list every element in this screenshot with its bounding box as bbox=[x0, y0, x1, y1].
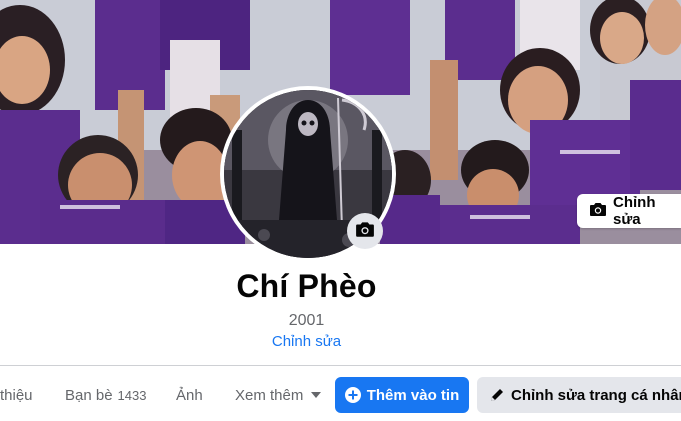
edit-cover-button[interactable]: Chỉnh sửa bbox=[577, 194, 681, 228]
friends-count: 1433 bbox=[117, 387, 147, 403]
divider bbox=[0, 365, 681, 366]
edit-cover-label: Chỉnh sửa bbox=[613, 194, 656, 228]
add-to-story-label: Thêm vào tin bbox=[366, 386, 460, 404]
caret-down-icon bbox=[311, 392, 322, 398]
tab-more-label: Xem thêm bbox=[235, 386, 304, 404]
add-to-story-button[interactable]: Thêm vào tin bbox=[335, 377, 469, 413]
camera-icon bbox=[355, 220, 375, 243]
tab-friends[interactable]: Bạn bè 1433 bbox=[65, 375, 146, 415]
plus-circle-icon bbox=[344, 387, 361, 403]
profile-name: Chí Phèo bbox=[236, 268, 377, 304]
tab-more[interactable]: Xem thêm bbox=[235, 375, 322, 415]
profile-subtitle: 2001 bbox=[288, 312, 325, 329]
tab-about[interactable]: thiệu bbox=[0, 375, 33, 415]
tab-photos-label: Ảnh bbox=[176, 386, 203, 404]
tab-friends-label: Bạn bè bbox=[65, 386, 113, 404]
update-avatar-button[interactable] bbox=[347, 213, 383, 249]
edit-profile-button[interactable]: Chỉnh sửa trang cá nhân bbox=[477, 377, 681, 413]
tab-about-label: thiệu bbox=[0, 386, 33, 404]
pencil-icon bbox=[489, 387, 505, 403]
edit-profile-label: Chỉnh sửa trang cá nhân bbox=[511, 386, 681, 404]
camera-icon bbox=[589, 201, 607, 221]
tab-photos[interactable]: Ảnh bbox=[176, 375, 203, 415]
edit-bio-link[interactable]: Chỉnh sửa bbox=[0, 333, 613, 350]
